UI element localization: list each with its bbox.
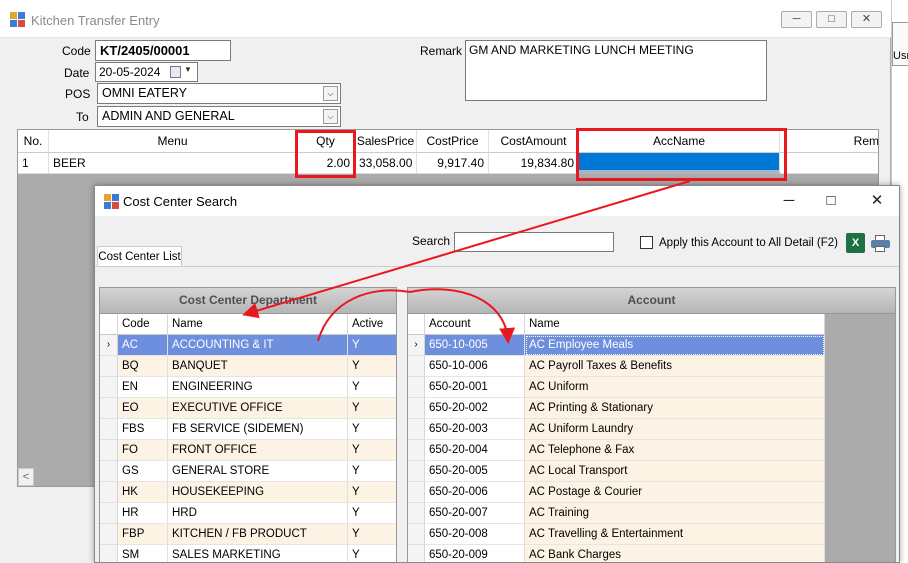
arrow-curve-left	[317, 289, 411, 342]
annotation-arrows	[242, 180, 691, 344]
arrow-curve-right	[409, 288, 516, 344]
